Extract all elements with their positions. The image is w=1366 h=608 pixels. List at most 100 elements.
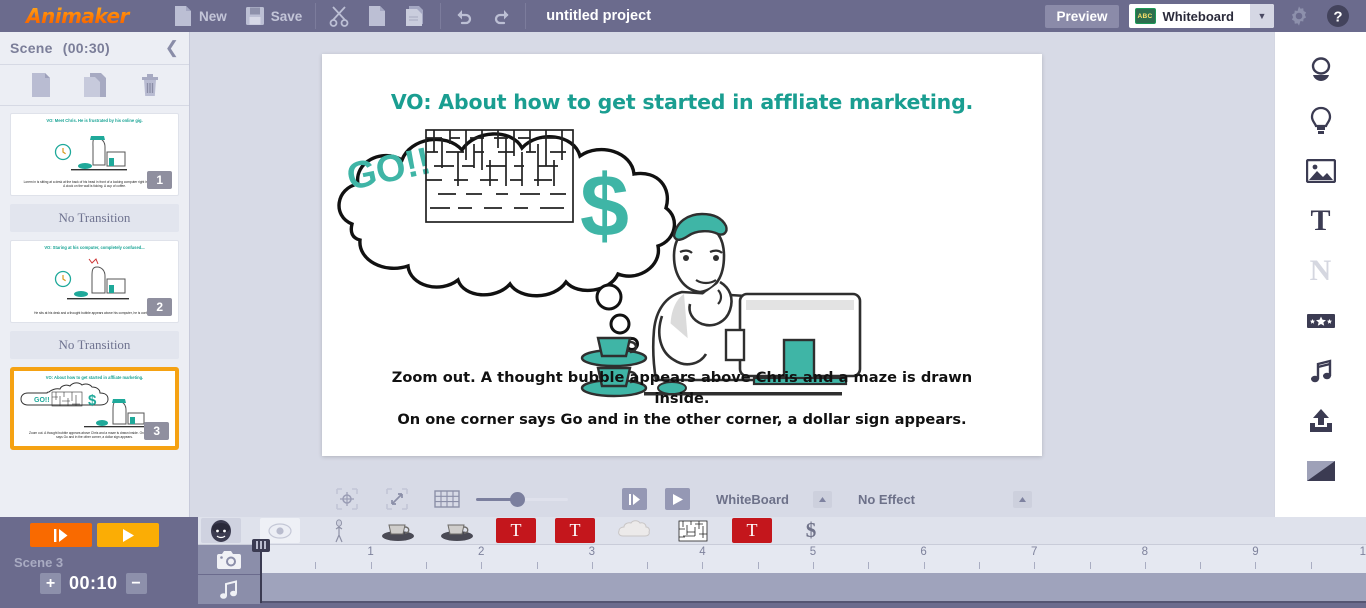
scene-thumbnail-2[interactable]: VO: Staring at his computer, completely … [10,240,179,323]
effects-icon [1306,311,1336,331]
playhead-handle[interactable] [252,539,270,552]
sidebar-item-props[interactable] [1297,96,1345,146]
duration-value: 00:10 [69,573,118,593]
fit-to-screen-button[interactable] [372,488,422,510]
playhead[interactable] [252,539,270,603]
ruler-tick-mark [370,562,372,569]
scene-list[interactable]: VO: Meet Chris. He is frustrated by his … [0,106,189,516]
asset-text-1[interactable]: T [496,518,536,543]
effect-label[interactable]: No Effect [858,492,915,507]
cut-button[interactable] [320,0,358,32]
canvas-toolbar: WhiteBoard No Effect [322,482,1042,516]
paste-button[interactable] [396,0,436,32]
canvas-caption-text[interactable]: Zoom out. A thought bubble appears above… [362,367,1002,430]
slider-knob[interactable] [510,492,526,507]
background-icon [1306,460,1336,482]
new-button[interactable]: New [164,0,236,32]
asset-maze[interactable] [673,518,713,543]
scene-thumbnail-1[interactable]: VO: Meet Chris. He is frustrated by his … [10,113,179,196]
sidebar-item-upload[interactable] [1297,396,1345,446]
scene-tools [0,65,189,106]
save-button[interactable]: Save [236,0,312,32]
app-logo[interactable]: Animaker [0,4,164,28]
duration-stepper: + 00:10 − [0,570,198,594]
dollar-sign-graphic: $ [580,156,629,255]
ruler-tick-mark [702,562,704,569]
svg-text:GO!!: GO!! [34,397,50,404]
asset-text-3[interactable]: T [732,518,772,543]
scene-number-badge: 3 [144,422,169,440]
transition-1[interactable]: No Transition [10,204,179,232]
scene-thumbnail-3[interactable]: VO: About how to get started in affliate… [10,367,179,450]
camera-track-icon[interactable] [198,545,260,575]
sidebar-item-n[interactable]: N [1297,246,1345,296]
help-button[interactable]: ? [1326,4,1350,28]
effect-expand-caret-up-icon[interactable] [1013,490,1033,508]
sidebar-item-images[interactable] [1297,146,1345,196]
chevron-down-icon[interactable]: ▼ [1250,4,1274,28]
ruler-tick-label: 8 [1141,546,1148,558]
svg-text:?: ? [1333,9,1342,26]
asset-figure[interactable] [319,518,359,543]
asset-dollar[interactable]: $ [791,518,831,543]
asset-cup-2[interactable] [437,518,477,543]
ruler-tick-label: 4 [699,546,706,558]
sidebar-item-effects[interactable] [1297,296,1345,346]
sidebar-item-characters[interactable] [1297,46,1345,96]
play-all-button[interactable] [97,523,159,547]
caption-line-1: Zoom out. A thought bubble appears above… [391,368,973,407]
sidebar-item-text[interactable]: T [1297,196,1345,246]
ruler-tick-mark-minor [1310,562,1312,569]
timeline-controls: Scene 3 + 00:10 − [0,517,198,608]
animation-expand-caret-up-icon[interactable] [812,490,832,508]
ruler-tick-label: 7 [1030,546,1038,558]
music-track-icon[interactable] [198,575,260,605]
asset-text-2[interactable]: T [555,518,595,543]
center-align-button[interactable] [322,488,372,510]
settings-gear-button[interactable] [1288,5,1310,27]
asset-cup-1[interactable] [378,518,418,543]
decrease-duration-button[interactable]: − [125,573,147,594]
step-play-button[interactable] [622,488,647,510]
sidebar-item-music[interactable] [1297,346,1345,396]
timeline-ruler[interactable]: 1 2 3 4 5 6 7 8 9 10 [260,545,1366,573]
ruler-tick-mark [923,562,925,569]
paste-icon [405,5,427,27]
scene-panel-title: Scene [10,40,53,56]
save-icon [245,6,265,26]
redo-button[interactable] [483,0,521,32]
caption-line-2: On one corner says Go and in the other c… [397,410,967,428]
cut-icon [329,5,349,27]
add-scene-button[interactable] [29,72,53,98]
asset-cloud[interactable] [614,518,654,543]
ruler-tick-label: 2 [477,546,485,558]
project-name[interactable]: untitled project [530,8,667,24]
canvas[interactable]: VO: About how to get started in affliate… [322,54,1042,456]
theme-value: Whiteboard [1162,8,1235,24]
animaker-editor: Animaker New Save untitled project Previ… [0,0,1366,608]
bubble-dot-medium [609,313,631,335]
sidebar-item-background[interactable] [1297,446,1345,496]
animation-style-label[interactable]: WhiteBoard [716,492,789,507]
play-scene-button[interactable] [30,523,92,547]
undo-button[interactable] [445,0,483,32]
delete-scene-button[interactable] [139,72,161,98]
timeline-track[interactable] [260,573,1366,603]
scene-number-badge: 2 [147,298,172,316]
play-button[interactable] [665,488,690,510]
ruler-tick-mark [813,562,814,569]
transition-2[interactable]: No Transition [10,331,179,359]
asset-character-face[interactable] [201,518,241,543]
copy-button[interactable] [358,0,396,32]
blackboard-abc-icon: ABC [1134,8,1156,24]
new-icon [173,5,193,27]
zoom-slider[interactable] [476,489,568,509]
collapse-panel-icon[interactable]: ❮ [165,38,179,58]
grid-button[interactable] [422,488,472,510]
svg-text:$: $ [88,392,97,409]
theme-dropdown[interactable]: ABC Whiteboard ▼ [1128,4,1274,28]
increase-duration-button[interactable]: + [40,573,61,594]
duplicate-scene-button[interactable] [82,72,110,98]
preview-button[interactable]: Preview [1045,4,1119,28]
scene-panel: Scene (00:30) ❮ VO: Meet Chris. He is fr… [0,32,190,517]
